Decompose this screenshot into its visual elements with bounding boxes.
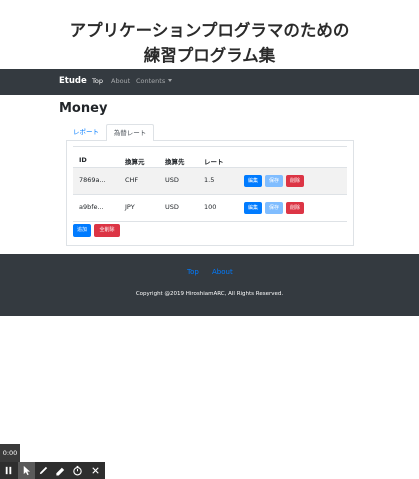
tab-bar: レポート 為替レート [66, 124, 354, 142]
banner-line-2: 練習プログラム集 [143, 46, 276, 65]
cell-from: JPY [125, 203, 135, 211]
copyright-text: Copyright @2019 HiroshiamARC, All Rights… [135, 291, 284, 297]
cell-id: 7869a... [79, 176, 106, 184]
caret-down-icon [168, 79, 173, 82]
cell-id: a9bfe... [79, 203, 104, 211]
delete-button[interactable]: 削除 [286, 175, 304, 187]
highlighter-icon[interactable] [52, 462, 69, 479]
table-row: a9bfe... JPY USD 100 編集 保存 削除 [73, 195, 347, 222]
delete-all-button[interactable]: 全削除 [94, 224, 120, 237]
edit-button[interactable]: 編集 [244, 175, 262, 187]
page: アプリケーションプログラマのための 練習プログラム集 Etude Top Abo… [0, 0, 419, 479]
edit-button[interactable]: 編集 [244, 202, 262, 214]
delete-button[interactable]: 削除 [286, 202, 304, 214]
navbar: Etude Top About Contents [0, 69, 419, 95]
cell-rate: 1.5 [204, 176, 215, 184]
rates-table: ID 換算元 換算先 レート 7869a... CHF USD 1.5 編集 保… [73, 146, 347, 222]
nav-dropdown-contents[interactable]: Contents [136, 77, 173, 85]
banner-title: アプリケーションプログラマのための 練習プログラム集 [0, 18, 419, 68]
nav-contents-label: Contents [136, 77, 166, 85]
pen-icon[interactable] [35, 462, 52, 479]
tab-panel: ID 換算元 換算先 レート 7869a... CHF USD 1.5 編集 保… [66, 141, 354, 246]
footer-link-top[interactable]: Top [187, 268, 199, 276]
tab-report[interactable]: レポート [66, 124, 106, 141]
footer: Top About Copyright @2019 HiroshiamARC, … [0, 254, 419, 316]
timer-icon[interactable] [69, 462, 86, 479]
pause-icon[interactable] [0, 462, 17, 479]
pointer-icon[interactable] [18, 462, 35, 479]
cell-to: USD [165, 203, 179, 211]
page-title: Money [59, 101, 108, 116]
footer-link-about[interactable]: About [212, 268, 233, 276]
save-button[interactable]: 保存 [265, 175, 283, 187]
navbar-brand[interactable]: Etude [59, 76, 87, 86]
recorder-controls: 0:00 [0, 444, 105, 479]
add-button[interactable]: 追加 [73, 224, 91, 237]
header-to: 換算先 [165, 158, 185, 166]
table-header: ID 換算元 換算先 レート [73, 146, 347, 168]
header-id: ID [79, 156, 87, 164]
nav-link-about[interactable]: About [111, 77, 130, 85]
tab-exchange-rate[interactable]: 為替レート [106, 124, 154, 142]
header-from: 換算元 [125, 158, 145, 166]
recording-timer: 0:00 [0, 444, 20, 462]
nav-link-top[interactable]: Top [92, 77, 103, 85]
cell-to: USD [165, 176, 179, 184]
close-icon[interactable] [87, 462, 104, 479]
banner-line-1: アプリケーションプログラマのための [69, 21, 350, 40]
cell-from: CHF [125, 176, 139, 184]
save-button[interactable]: 保存 [265, 202, 283, 214]
recorder-toolbar [0, 462, 105, 479]
cell-rate: 100 [204, 203, 217, 211]
table-row: 7869a... CHF USD 1.5 編集 保存 削除 [73, 168, 347, 195]
header-rate: レート [204, 158, 224, 166]
